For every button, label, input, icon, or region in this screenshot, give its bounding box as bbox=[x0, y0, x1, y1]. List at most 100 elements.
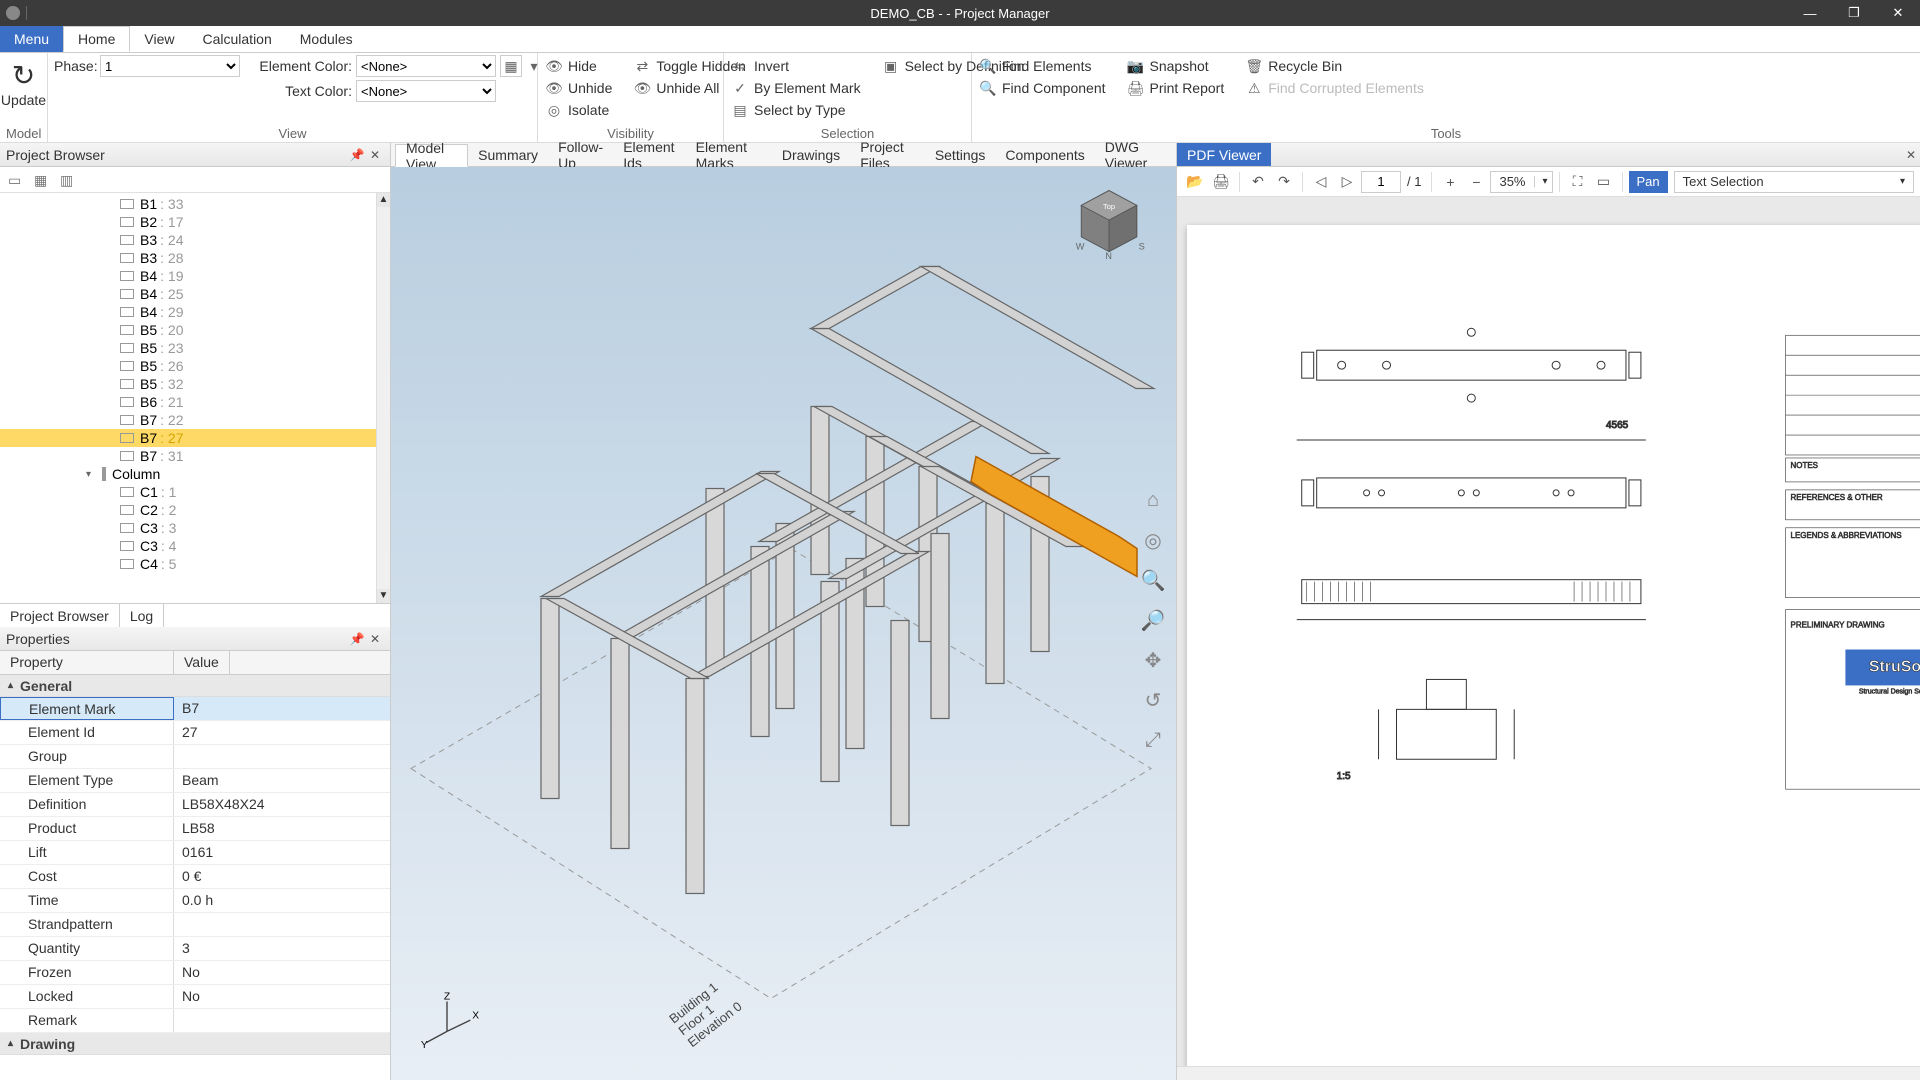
fullscreen-icon[interactable]: ⛶ bbox=[1566, 170, 1590, 194]
tree-item[interactable]: B3: 24 bbox=[0, 231, 390, 249]
print-icon[interactable]: 🖨 bbox=[1209, 170, 1233, 194]
element-color-options-icon[interactable]: ▦ bbox=[500, 55, 522, 77]
prop-group-general[interactable]: ▴General bbox=[0, 675, 390, 697]
maximize-button[interactable]: ❐ bbox=[1832, 0, 1876, 26]
text-selection-mode[interactable]: Text Selection▾ bbox=[1674, 171, 1914, 193]
tree-item[interactable]: B7: 22 bbox=[0, 411, 390, 429]
tree-item[interactable]: B5: 20 bbox=[0, 321, 390, 339]
pin-icon[interactable]: 📌 bbox=[348, 148, 366, 162]
text-color-select[interactable]: <None> bbox=[356, 80, 496, 102]
scroll-up-icon[interactable]: ▲ bbox=[377, 193, 390, 207]
tree-item[interactable]: B5: 32 bbox=[0, 375, 390, 393]
rotate-ccw-icon[interactable]: ↶ bbox=[1246, 170, 1270, 194]
phase-select[interactable]: 1 bbox=[100, 55, 240, 77]
scroll-down-icon[interactable]: ▼ bbox=[377, 589, 390, 603]
property-row[interactable]: Element MarkB7 bbox=[0, 697, 390, 721]
isolate-button[interactable]: ◎Isolate bbox=[544, 99, 614, 121]
element-color-select[interactable]: <None> bbox=[356, 55, 496, 77]
browser-tool-2-icon[interactable]: ▦ bbox=[34, 172, 50, 188]
center-tab[interactable]: Project Files bbox=[850, 143, 925, 166]
center-tab[interactable]: Element Ids bbox=[613, 143, 685, 166]
property-row[interactable]: Strandpattern bbox=[0, 913, 390, 937]
tree-item[interactable]: B5: 23 bbox=[0, 339, 390, 357]
minimize-button[interactable]: — bbox=[1788, 0, 1832, 26]
orbit-icon[interactable]: ◎ bbox=[1140, 527, 1166, 553]
tree-item[interactable]: B7: 31 bbox=[0, 447, 390, 465]
by-element-mark-button[interactable]: ✓By Element Mark bbox=[730, 77, 863, 99]
recycle-bin-button[interactable]: 🗑Recycle Bin bbox=[1244, 55, 1426, 77]
page-prev-icon[interactable]: ◁ bbox=[1309, 170, 1333, 194]
property-row[interactable]: Element Id27 bbox=[0, 721, 390, 745]
pdf-page[interactable]: 4565 bbox=[1187, 225, 1920, 1066]
prop-pin-icon[interactable]: 📌 bbox=[348, 632, 366, 646]
menu-view[interactable]: View bbox=[130, 26, 188, 52]
axis-gizmo[interactable]: Z X Y bbox=[419, 994, 475, 1050]
zoom-out-button[interactable]: − bbox=[1464, 170, 1488, 194]
open-file-icon[interactable]: 📂 bbox=[1183, 170, 1207, 194]
property-row[interactable]: Remark bbox=[0, 1009, 390, 1033]
center-tab[interactable]: Follow-Up bbox=[548, 143, 613, 166]
tree-item[interactable]: B4: 25 bbox=[0, 285, 390, 303]
panel-close-icon[interactable]: ✕ bbox=[366, 148, 384, 162]
hide-button[interactable]: 👁Hide bbox=[544, 55, 614, 77]
zoom-in-button[interactable]: + bbox=[1438, 170, 1462, 194]
tree-item[interactable]: B6: 21 bbox=[0, 393, 390, 411]
print-report-button[interactable]: 🖨Print Report bbox=[1126, 77, 1227, 99]
close-button[interactable]: ✕ bbox=[1876, 0, 1920, 26]
tree-item[interactable]: B4: 29 bbox=[0, 303, 390, 321]
find-elements-button[interactable]: 🔍Find Elements bbox=[978, 55, 1108, 77]
tree-item[interactable]: B1: 33 bbox=[0, 195, 390, 213]
browser-tool-3-icon[interactable]: ▥ bbox=[60, 172, 76, 188]
pdf-close-icon[interactable]: ✕ bbox=[1902, 148, 1920, 162]
property-row[interactable]: Element TypeBeam bbox=[0, 769, 390, 793]
tab-log[interactable]: Log bbox=[120, 604, 164, 627]
update-button[interactable]: ↻ Update bbox=[6, 55, 41, 112]
browser-tool-1-icon[interactable]: ▭ bbox=[8, 172, 24, 188]
property-row[interactable]: LockedNo bbox=[0, 985, 390, 1009]
select-by-type-button[interactable]: ▤Select by Type bbox=[730, 99, 863, 121]
page-next-icon[interactable]: ▷ bbox=[1335, 170, 1359, 194]
tree-group-column[interactable]: ▾Column bbox=[0, 465, 390, 483]
menu-home[interactable]: Home bbox=[63, 26, 130, 52]
tree-item[interactable]: C4: 5 bbox=[0, 555, 390, 573]
menu-button[interactable]: Menu bbox=[0, 26, 63, 52]
find-component-button[interactable]: 🔍Find Component bbox=[978, 77, 1108, 99]
unhide-button[interactable]: 👁Unhide bbox=[544, 77, 614, 99]
zoom-in-icon[interactable]: 🔍 bbox=[1140, 567, 1166, 593]
property-row[interactable]: Cost0 € bbox=[0, 865, 390, 889]
fit-view-icon[interactable]: ⤢ bbox=[1140, 727, 1166, 753]
invert-button[interactable]: ⇋Invert bbox=[730, 55, 863, 77]
tree-item[interactable]: B3: 28 bbox=[0, 249, 390, 267]
center-tab[interactable]: Model View bbox=[395, 144, 468, 167]
center-tab[interactable]: Drawings bbox=[772, 143, 850, 166]
property-row[interactable]: ProductLB58 bbox=[0, 817, 390, 841]
zoom-icon[interactable]: 🔎 bbox=[1140, 607, 1166, 633]
tree-item[interactable]: B7: 27 bbox=[0, 429, 390, 447]
snapshot-button[interactable]: 📷Snapshot bbox=[1126, 55, 1227, 77]
tree-item[interactable]: B2: 17 bbox=[0, 213, 390, 231]
tree-item[interactable]: C1: 1 bbox=[0, 483, 390, 501]
find-corrupted-button[interactable]: ⚠Find Corrupted Elements bbox=[1244, 77, 1426, 99]
pan-mode-button[interactable]: Pan bbox=[1629, 171, 1668, 193]
menu-modules[interactable]: Modules bbox=[286, 26, 367, 52]
pdf-scrollbar-h[interactable] bbox=[1177, 1066, 1920, 1080]
center-tab[interactable]: Element Marks bbox=[686, 143, 772, 166]
home-view-icon[interactable]: ⌂ bbox=[1140, 487, 1166, 513]
tree-item[interactable]: C3: 3 bbox=[0, 519, 390, 537]
model-3d-view[interactable] bbox=[391, 167, 1176, 1080]
property-row[interactable]: Time0.0 h bbox=[0, 889, 390, 913]
zoom-combo[interactable]: 35%▾ bbox=[1490, 171, 1552, 193]
property-row[interactable]: DefinitionLB58X48X24 bbox=[0, 793, 390, 817]
property-row[interactable]: FrozenNo bbox=[0, 961, 390, 985]
property-row[interactable]: Lift0161 bbox=[0, 841, 390, 865]
center-tab[interactable]: Summary bbox=[468, 143, 548, 166]
tab-project-browser[interactable]: Project Browser bbox=[0, 604, 120, 627]
page-input[interactable] bbox=[1361, 171, 1401, 193]
tree-item[interactable]: B5: 26 bbox=[0, 357, 390, 375]
tree-item[interactable]: B4: 19 bbox=[0, 267, 390, 285]
prop-group-drawing[interactable]: ▴Drawing bbox=[0, 1033, 390, 1055]
menu-calculation[interactable]: Calculation bbox=[188, 26, 285, 52]
reset-view-icon[interactable]: ↺ bbox=[1140, 687, 1166, 713]
prop-close-icon[interactable]: ✕ bbox=[366, 632, 384, 646]
tree-item[interactable]: C2: 2 bbox=[0, 501, 390, 519]
